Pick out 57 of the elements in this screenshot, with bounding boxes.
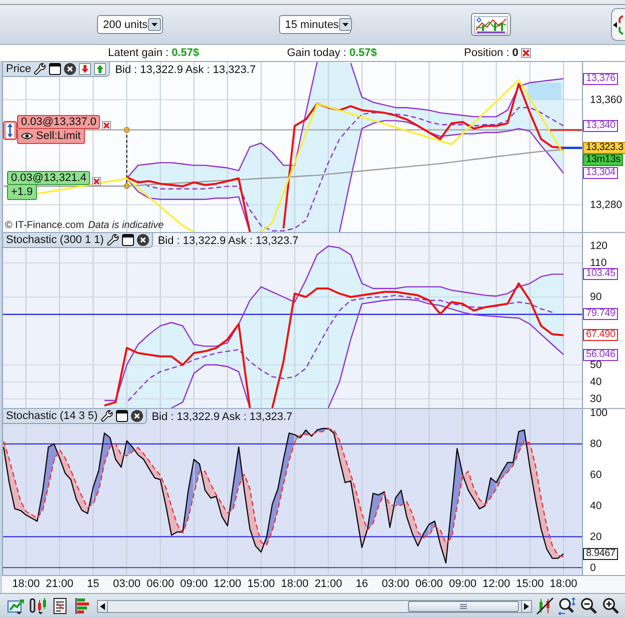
order-type-label: Sell:Limit [36, 130, 81, 142]
disclaimer-text: Data is indicative [88, 220, 164, 232]
info-label: Gain today : [287, 47, 346, 59]
credit-text: © IT-Finance.com [5, 220, 84, 232]
time-label: 16 [356, 578, 368, 591]
axis-label: 110 [590, 258, 607, 268]
time-label: 06:00 [146, 578, 174, 591]
axis-label: 0 [590, 562, 596, 573]
info-value: 0.57$ [349, 47, 377, 59]
axis-label: 120 [590, 241, 608, 252]
time-label: 15:00 [247, 578, 275, 591]
time-label: 18:00 [12, 578, 40, 591]
axis-label: 60 [590, 470, 602, 480]
axis-label: 40 [590, 500, 602, 511]
time-label: 03:00 [112, 578, 141, 591]
axis-label: 40 [590, 376, 602, 387]
value-tag: 103.45 [583, 268, 618, 280]
info-label: Position : [464, 47, 510, 59]
value-tag: 13,376 [583, 72, 618, 85]
info-value: 0 [512, 47, 518, 59]
axis-label: 13,280 [590, 200, 622, 210]
quote-text: Bid : 13,322.9 Ask : 13,323.7 [115, 62, 256, 76]
axis-label: 20 [590, 532, 602, 542]
time-label: 06:00 [415, 578, 443, 591]
axis-label: 90 [590, 292, 602, 302]
time-label: 18:00 [280, 578, 308, 591]
info-value: 0.57$ [172, 47, 200, 59]
panel-title: Stochastic (14 3 5) [6, 409, 98, 423]
quote-text: Bid : 13,322.9 Ask : 13,323.7 [152, 410, 292, 424]
value-tag: 79.749 [583, 308, 618, 320]
value-tag: 56.046 [583, 348, 618, 361]
axis-label: 100 [590, 408, 608, 418]
axis-label: 13,360 [590, 94, 622, 105]
quote-text: Bid : 13,322.9 Ask : 13,323.7 [158, 234, 299, 248]
profit-tag: +1.9 [7, 185, 37, 200]
time-label: 21:00 [46, 578, 74, 591]
timer-tag: 13m13s [583, 154, 624, 166]
time-label: 18:00 [550, 578, 578, 591]
axis-label: 50 [590, 360, 602, 370]
value-tag: 67.490 [583, 329, 618, 342]
axis-label: 30 [590, 394, 602, 404]
time-label: 03:00 [382, 578, 410, 591]
time-label: 12:00 [214, 578, 242, 591]
time-label: 12:00 [482, 578, 510, 591]
time-label: 15:00 [516, 578, 544, 591]
panel-title: Price [6, 62, 32, 76]
value-tag: 13,304 [583, 167, 618, 180]
panel-title: Stochastic (300 1 1) [6, 233, 104, 247]
value-tag: 8.9467 [583, 548, 618, 560]
time-label: 21:00 [314, 578, 342, 591]
axis-label: 80 [590, 438, 602, 449]
time-label: 09:00 [180, 578, 208, 591]
time-label: 09:00 [448, 578, 476, 591]
time-label: 15 [87, 578, 100, 591]
price-tag: 13,323.3 [583, 142, 625, 154]
value-tag: 13,340 [583, 120, 618, 132]
info-label: Latent gain : [108, 47, 169, 59]
